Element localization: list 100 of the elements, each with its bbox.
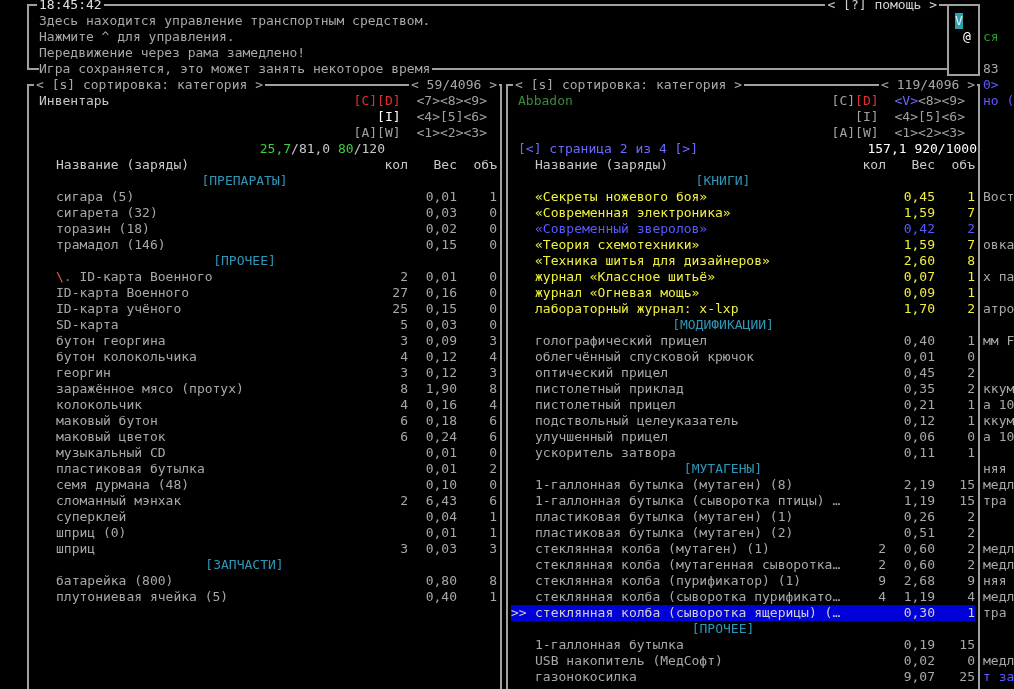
- location-key[interactable]: [C]: [831, 93, 856, 109]
- location-key[interactable]: <V>: [894, 93, 919, 109]
- item-row[interactable]: маковый бутон 6 0,18 6: [32, 413, 497, 429]
- item-row[interactable]: стеклянная колба (мутаген) (1) 2 0,60 2: [511, 541, 975, 557]
- item-row[interactable]: семя дурмана (48) 0,10 0: [32, 477, 497, 493]
- location-key[interactable]: [5]: [918, 109, 942, 125]
- location-key[interactable]: <2>: [440, 125, 464, 141]
- item-row[interactable]: >> стеклянная колба (сыворотка ящерицы) (… 0,30 1: [511, 605, 975, 621]
- item-weight: 0,21: [902, 397, 935, 413]
- item-volume: 3: [488, 333, 497, 349]
- item-row[interactable]: голографический прицел 0,40 1: [511, 333, 975, 349]
- item-row[interactable]: USB накопитель (МедСофт) 0,02 0: [511, 653, 975, 669]
- location-key[interactable]: <9>: [463, 93, 487, 109]
- location-key[interactable]: [W]: [855, 125, 879, 141]
- item-row[interactable]: сигарета (32) 0,03 0: [32, 205, 497, 221]
- location-key[interactable]: [I]: [377, 109, 401, 125]
- location-key[interactable]: <8>: [440, 93, 464, 109]
- item-name: газонокосилка: [535, 669, 638, 685]
- clipped-text: медл: [983, 557, 1014, 572]
- item-row[interactable]: «Современная электроника» 1,59 7: [511, 205, 975, 221]
- item-row[interactable]: \. ID-карта Военного 2 0,01 0: [32, 269, 497, 285]
- item-row[interactable]: пластиковая бутылка 0,01 2: [32, 461, 497, 477]
- item-row[interactable]: лабораторный журнал: x-lxp 1,70 2: [511, 301, 975, 317]
- location-key[interactable]: <4>: [894, 109, 919, 125]
- location-key[interactable]: <4>: [416, 109, 441, 125]
- item-row[interactable]: «Современный зверолов» 0,42 2: [511, 221, 975, 237]
- location-key[interactable]: [C]: [353, 93, 378, 109]
- item-row[interactable]: ID-карта учёного 25 0,15 0: [32, 301, 497, 317]
- item-row[interactable]: журнал «Огневая мощь» 0,09 1: [511, 285, 975, 301]
- location-key[interactable]: <3>: [463, 125, 487, 141]
- item-row[interactable]: 1-галлонная бутылка (мутаген) (8) 2,19 15: [511, 477, 975, 493]
- item-row[interactable]: бутон георгина 3 0,09 3: [32, 333, 497, 349]
- item-row[interactable]: бутон колокольчика 4 0,12 4: [32, 349, 497, 365]
- category-heading: [КНИГИ]: [695, 173, 751, 189]
- clipped-text: няя: [983, 461, 1007, 476]
- location-key[interactable]: <7>: [416, 93, 441, 109]
- item-row[interactable]: «Техника шитья для дизайнеров» 2,60 8: [511, 253, 975, 269]
- item-row[interactable]: 1-галлонная бутылка (сыворотка птицы) … 1,19 15: [511, 493, 975, 509]
- item-row[interactable]: торазин (18) 0,02 0: [32, 221, 497, 237]
- location-key[interactable]: <3>: [941, 125, 965, 141]
- location-key[interactable]: <6>: [941, 109, 965, 125]
- item-row[interactable]: оптический прицел 0,45 2: [511, 365, 975, 381]
- location-key[interactable]: [5]: [440, 109, 464, 125]
- item-row[interactable]: пистолетный прицел 0,21 1: [511, 397, 975, 413]
- item-row[interactable]: улучшенный прицел 0,06 0: [511, 429, 975, 445]
- page-navigation[interactable]: [<] страница 2 из 4 [>]: [508, 141, 698, 157]
- item-row[interactable]: «Секреты ножевого боя» 0,45 1: [511, 189, 975, 205]
- item-weight: 1,70: [902, 301, 935, 317]
- item-row[interactable]: заражённое мясо (протух) 8 1,90 8: [32, 381, 497, 397]
- location-key[interactable]: <1>: [894, 125, 919, 141]
- item-name: заражённое мясо (протух): [56, 381, 245, 397]
- sort-mode-label[interactable]: < [s] сортировка: категория >: [34, 77, 265, 93]
- item-weight: 2,60: [902, 253, 935, 269]
- item-row[interactable]: колокольчик 4 0,16 4: [32, 397, 497, 413]
- item-row[interactable]: подствольный целеуказатель 0,12 1: [511, 413, 975, 429]
- item-row[interactable]: георгин 3 0,12 3: [32, 365, 497, 381]
- item-row[interactable]: ускоритель затвора 0,11 1: [511, 445, 975, 461]
- help-hint[interactable]: < [?] помощь >: [825, 0, 939, 13]
- location-key[interactable]: <6>: [463, 109, 487, 125]
- item-row[interactable]: маковый цветок 6 0,24 6: [32, 429, 497, 445]
- location-key[interactable]: [D]: [855, 93, 879, 109]
- item-row[interactable]: 1-галлонная бутылка 0,19 15: [511, 637, 975, 653]
- location-key[interactable]: [A]: [353, 125, 378, 141]
- item-row[interactable]: шприц (0) 0,01 1: [32, 525, 497, 541]
- item-row[interactable]: пластиковая бутылка (мутаген) (1) 0,26 2: [511, 509, 975, 525]
- item-row[interactable]: сигара (5) 0,01 1: [32, 189, 497, 205]
- item-count: 8: [400, 381, 408, 396]
- item-row[interactable]: стеклянная колба (пурификатор) (1) 9 2,68 9: [511, 573, 975, 589]
- item-row[interactable]: журнал «Классное шитьё» 0,07 1: [511, 269, 975, 285]
- location-key[interactable]: <1>: [416, 125, 441, 141]
- item-row[interactable]: трамадол (146) 0,15 0: [32, 237, 497, 253]
- location-key[interactable]: <8>: [918, 93, 942, 109]
- item-row[interactable]: шприц 3 0,03 3: [32, 541, 497, 557]
- location-key[interactable]: [A]: [831, 125, 856, 141]
- location-key[interactable]: <9>: [941, 93, 965, 109]
- item-weight: 0,07: [902, 269, 935, 285]
- item-row[interactable]: суперклей 0,04 1: [32, 509, 497, 525]
- item-row[interactable]: стеклянная колба (мутагенная сыворотка… 2 0,60 2: [511, 557, 975, 573]
- location-key[interactable]: [I]: [855, 109, 879, 125]
- location-key[interactable]: [W]: [377, 125, 401, 141]
- location-key[interactable]: [D]: [377, 93, 401, 109]
- item-row[interactable]: SD-карта 5 0,03 0: [32, 317, 497, 333]
- item-row[interactable]: батарейка (800) 0,80 8: [32, 573, 497, 589]
- item-weight: 0,16: [424, 397, 457, 413]
- item-row[interactable]: стеклянная колба (сыворотка пурификато… 4 1,19 4: [511, 589, 975, 605]
- clipped-text: х па: [983, 269, 1014, 284]
- item-count: 2: [400, 493, 408, 508]
- sort-mode-label[interactable]: < [s] сортировка: категория >: [513, 77, 744, 93]
- item-row[interactable]: музыкальный CD 0,01 0: [32, 445, 497, 461]
- item-row[interactable]: плутониевая ячейка (5) 0,40 1: [32, 589, 497, 605]
- item-row[interactable]: пистолетный приклад 0,35 2: [511, 381, 975, 397]
- item-row[interactable]: пластиковая бутылка (мутаген) (2) 0,51 2: [511, 525, 975, 541]
- item-row[interactable]: «Теория схемотехники» 1,59 7: [511, 237, 975, 253]
- map-glyph: @: [963, 29, 971, 45]
- item-row[interactable]: газонокосилка 9,07 25: [511, 669, 975, 685]
- item-row[interactable]: облегчённый спусковой крючок 0,01 0: [511, 349, 975, 365]
- location-key[interactable]: <2>: [918, 125, 942, 141]
- clipped-text: ся: [983, 29, 999, 44]
- item-row[interactable]: сломанный мэнхак 2 6,43 6: [32, 493, 497, 509]
- item-row[interactable]: ID-карта Военного 27 0,16 0: [32, 285, 497, 301]
